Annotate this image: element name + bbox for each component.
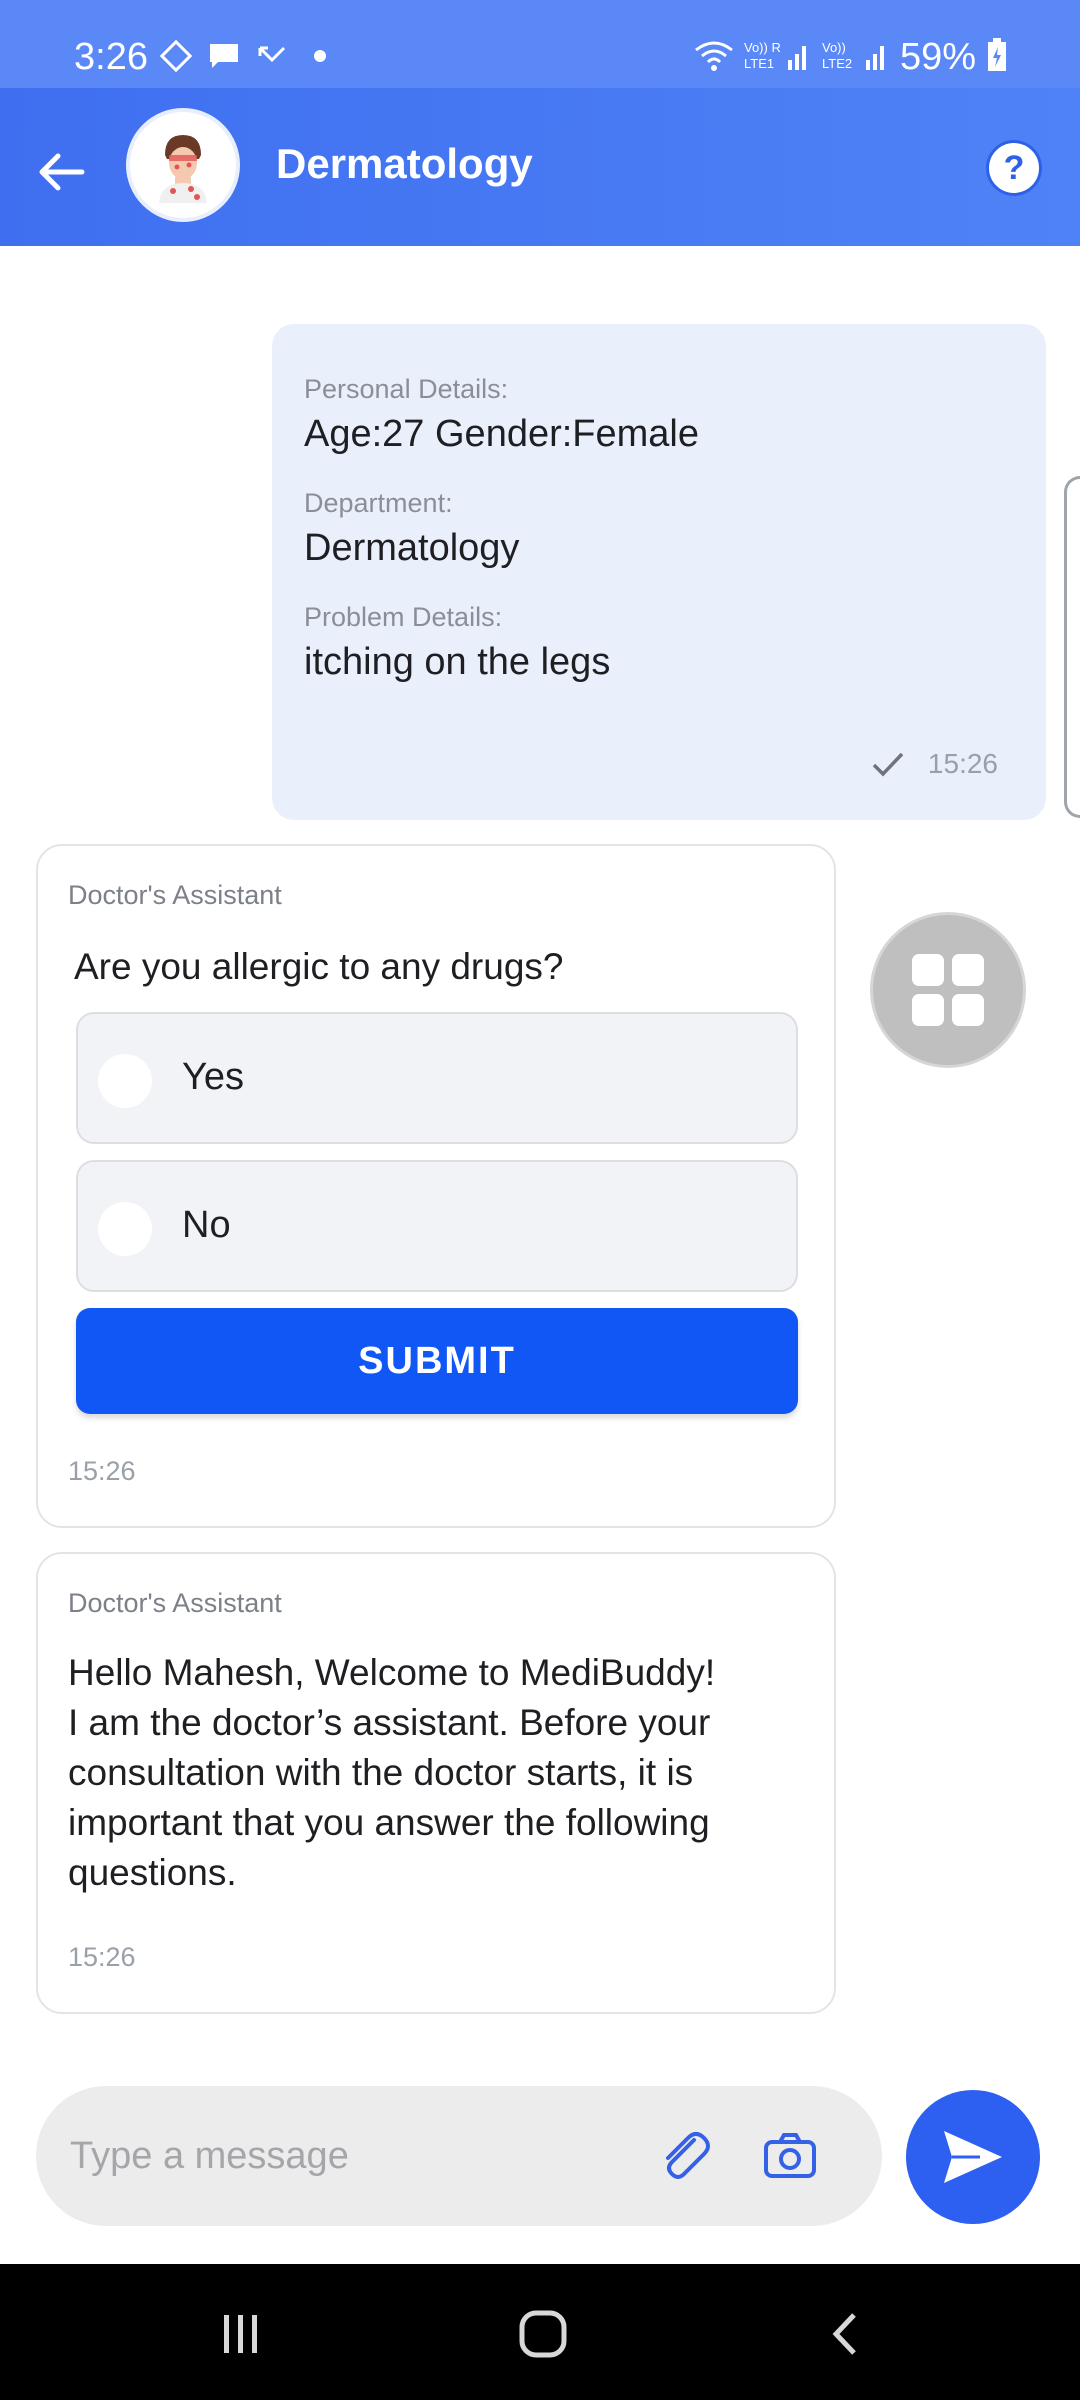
option-no-label: No xyxy=(182,1204,231,1246)
problem-details-value: itching on the legs xyxy=(304,641,611,683)
send-button[interactable] xyxy=(906,2090,1040,2224)
status-bar: 3:26 Vo)) R LTE1 Vo)) LTE2 59% xyxy=(0,0,1080,88)
camera-button[interactable] xyxy=(760,2126,820,2186)
attach-button[interactable] xyxy=(654,2126,714,2186)
message-meta: 15:26 xyxy=(870,748,998,780)
message-icon xyxy=(206,38,242,79)
help-button[interactable]: ? xyxy=(986,140,1042,196)
page-title: Dermatology xyxy=(276,140,533,187)
message-composer xyxy=(36,2086,882,2226)
arrow-left-icon xyxy=(39,153,85,191)
message-input[interactable] xyxy=(70,2122,630,2190)
status-time: 3:26 xyxy=(74,36,148,78)
wifi-icon xyxy=(694,38,734,77)
welcome-message-text: Hello Mahesh, Welcome to MediBuddy! I am… xyxy=(68,1652,716,1893)
notification-icons xyxy=(158,38,338,79)
personal-details-value: Age:27 Gender:Female xyxy=(304,413,700,455)
patient-illustration-icon xyxy=(159,135,207,203)
department-label: Department: xyxy=(304,488,453,518)
sender-label: Doctor's Assistant xyxy=(68,1588,282,1618)
system-nav-bar xyxy=(0,2264,1080,2400)
welcome-card: Doctor's Assistant Hello Mahesh, Welcome… xyxy=(36,1552,836,2014)
svg-text:LTE2: LTE2 xyxy=(822,56,852,71)
app-bar: Dermatology ? xyxy=(0,88,1080,246)
option-yes[interactable]: Yes xyxy=(76,1012,798,1144)
battery-icon xyxy=(986,37,1008,78)
grid-icon xyxy=(912,954,984,1026)
back-button[interactable] xyxy=(30,138,94,202)
radio-no[interactable] xyxy=(98,1202,152,1256)
dot-icon xyxy=(302,38,338,79)
department-value: Dermatology xyxy=(304,527,520,569)
menu-grid-button[interactable] xyxy=(870,912,1026,1068)
problem-details-label: Problem Details: xyxy=(304,602,503,632)
side-panel-handle[interactable] xyxy=(1064,476,1080,818)
check-icon xyxy=(872,752,904,777)
question-text: Are you allergic to any drugs? xyxy=(74,946,564,987)
signal-lte1-icon: Vo)) R LTE1 xyxy=(744,38,812,77)
paperclip-icon xyxy=(666,2132,710,2179)
sender-label: Doctor's Assistant xyxy=(68,880,282,910)
message-time: 15:26 xyxy=(927,748,998,779)
svg-text:Vo)): Vo)) xyxy=(822,40,846,55)
svg-text:LTE1: LTE1 xyxy=(744,56,774,71)
welcome-time: 15:26 xyxy=(68,1942,136,1972)
system-indicators: Vo)) R LTE1 Vo)) LTE2 59% xyxy=(694,36,1008,79)
battery-percent: 59% xyxy=(899,36,976,78)
recent-apps-icon xyxy=(224,2315,257,2353)
home-button[interactable] xyxy=(508,2304,578,2364)
signal-lte2-icon: Vo)) LTE2 xyxy=(822,38,890,77)
submit-button[interactable]: SUBMIT xyxy=(76,1308,798,1414)
missed-call-icon xyxy=(254,38,290,79)
doctor-avatar xyxy=(126,108,240,222)
home-icon xyxy=(519,2310,567,2358)
question-time: 15:26 xyxy=(68,1456,136,1486)
send-icon xyxy=(944,2131,1002,2183)
option-no[interactable]: No xyxy=(76,1160,798,1292)
radio-yes[interactable] xyxy=(98,1054,152,1108)
question-card: Doctor's Assistant Are you allergic to a… xyxy=(36,844,836,1528)
option-yes-label: Yes xyxy=(182,1056,244,1098)
nav-back-button[interactable] xyxy=(810,2304,880,2364)
svg-text:Vo)) R: Vo)) R xyxy=(744,40,781,55)
personal-details-label: Personal Details: xyxy=(304,374,509,404)
chevron-left-icon xyxy=(832,2313,856,2355)
app-notification-icon xyxy=(158,38,194,79)
recent-apps-button[interactable] xyxy=(206,2304,276,2364)
outgoing-message-bubble: Personal Details: Age:27 Gender:Female D… xyxy=(272,324,1046,820)
chat-screen: 3:26 Vo)) R LTE1 Vo)) LTE2 59% Dermatolo… xyxy=(0,0,1080,2400)
camera-icon xyxy=(764,2133,816,2178)
